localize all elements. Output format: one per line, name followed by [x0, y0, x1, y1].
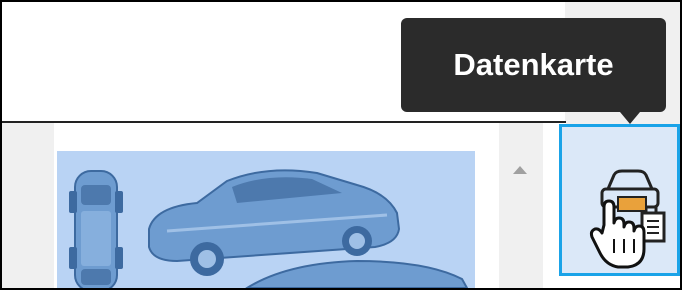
tooltip-text: Datenkarte — [453, 47, 614, 82]
frame-border-left — [0, 0, 2, 290]
tooltip-arrow — [620, 112, 640, 124]
tooltip: Datenkarte — [401, 18, 666, 112]
lower-car-partial-icon — [245, 259, 469, 288]
vertical-scrollbar[interactable] — [499, 123, 543, 288]
car-overview-image — [69, 169, 469, 288]
content-area — [2, 123, 566, 288]
left-gutter — [2, 123, 54, 288]
triangle-up-icon[interactable] — [513, 166, 527, 174]
app-window: Datenkarte — [0, 0, 682, 290]
top-view-car-icon — [69, 170, 123, 288]
vehicle-thumbnail[interactable] — [57, 151, 475, 288]
vehicle-data-card-icon — [589, 169, 666, 269]
data-card-button[interactable] — [559, 124, 680, 276]
frame-border-top — [0, 0, 682, 2]
